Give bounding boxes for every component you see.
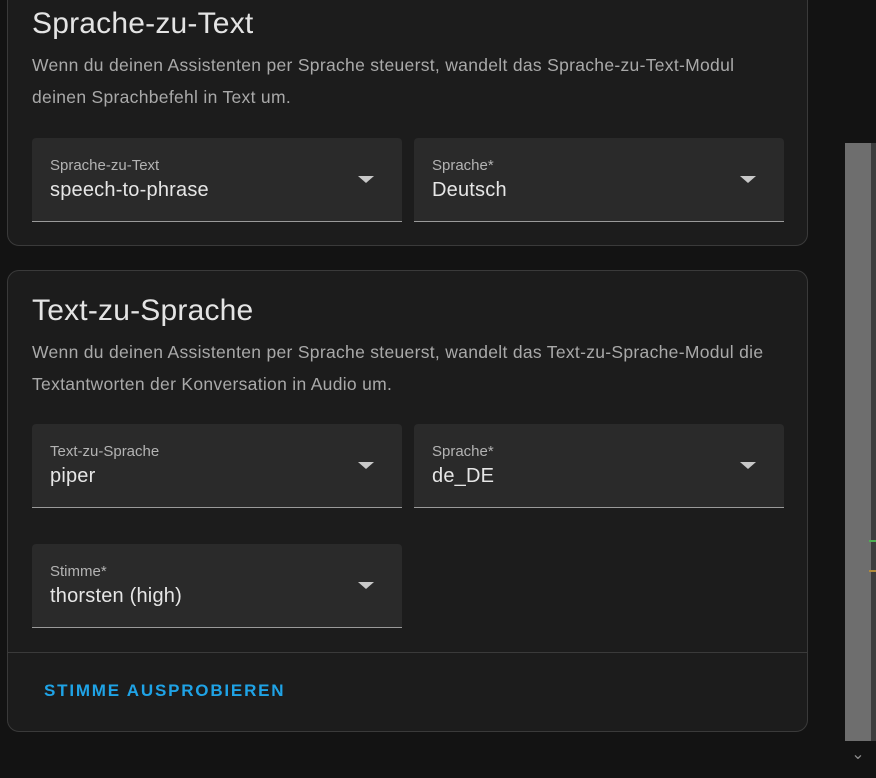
chevron-down-icon [740, 176, 756, 183]
stt-card: Sprache-zu-Text Wenn du deinen Assistent… [7, 0, 808, 246]
assist-pipeline-settings: Sprache-zu-Text Wenn du deinen Assistent… [0, 0, 876, 778]
tts-voice-value: thorsten (high) [50, 585, 182, 607]
stt-engine-value: speech-to-phrase [50, 179, 209, 201]
chevron-down-icon[interactable]: ⌄ [848, 744, 868, 766]
stt-language-label: Sprache* [432, 157, 494, 174]
tts-description: Wenn du deinen Assistenten per Sprache s… [32, 342, 764, 394]
chevron-down-icon [358, 462, 374, 469]
tts-voice-label: Stimme* [50, 563, 107, 580]
stt-description: Wenn du deinen Assistenten per Sprache s… [32, 55, 735, 107]
try-voice-button[interactable]: STIMME AUSPROBIEREN [32, 671, 297, 711]
tts-engine-label: Text-zu-Sprache [50, 443, 160, 460]
card-actions-divider [8, 652, 807, 653]
background-accent-mark [869, 540, 876, 542]
stt-title: Sprache-zu-Text [32, 7, 254, 40]
stt-language-value: Deutsch [432, 179, 507, 201]
tts-card: Text-zu-Sprache Wenn du deinen Assistent… [7, 270, 808, 732]
background-accent-mark [869, 570, 876, 572]
background-panel-edge [871, 143, 876, 741]
chevron-down-icon [358, 176, 374, 183]
tts-language-label: Sprache* [432, 443, 494, 460]
tts-engine-value: piper [50, 465, 96, 487]
stt-engine-label: Sprache-zu-Text [50, 157, 160, 174]
tts-engine-select[interactable]: Text-zu-Sprache piper [32, 424, 402, 508]
stt-engine-select[interactable]: Sprache-zu-Text speech-to-phrase [32, 138, 402, 222]
tts-language-select[interactable]: Sprache* de_DE [414, 424, 784, 508]
stt-language-select[interactable]: Sprache* Deutsch [414, 138, 784, 222]
chevron-down-icon [358, 582, 374, 589]
tts-voice-select[interactable]: Stimme* thorsten (high) [32, 544, 402, 628]
tts-title: Text-zu-Sprache [32, 294, 254, 327]
tts-language-value: de_DE [432, 465, 495, 487]
chevron-down-icon [740, 462, 756, 469]
